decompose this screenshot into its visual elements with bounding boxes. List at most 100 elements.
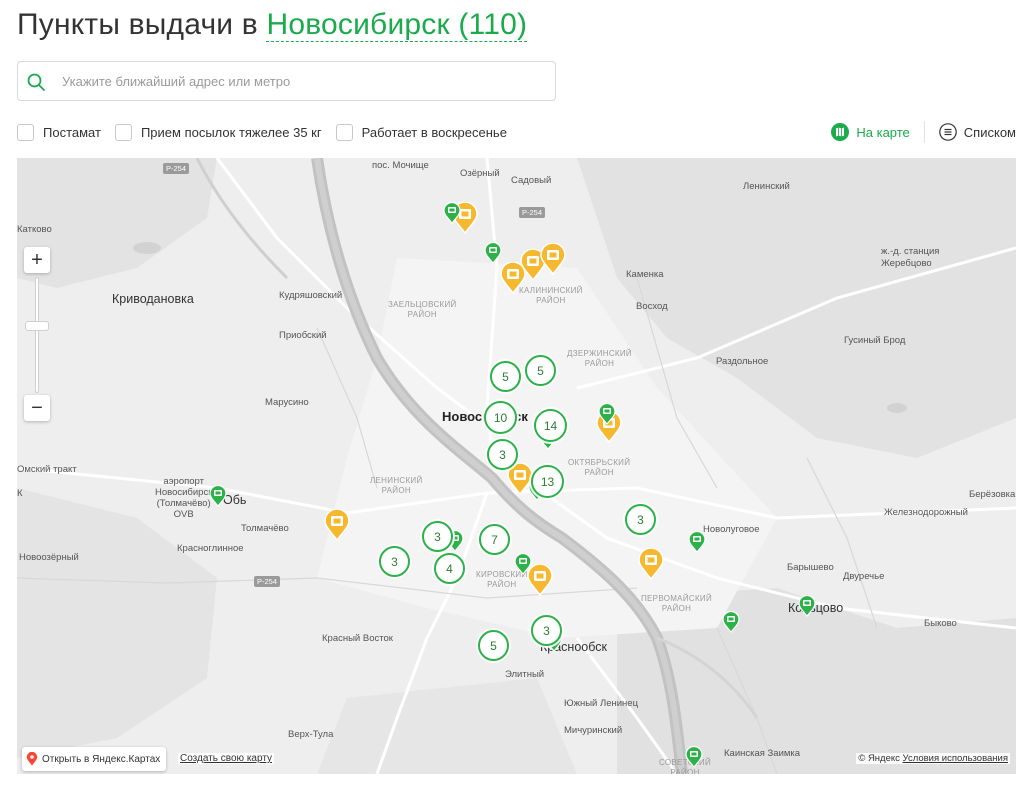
place-label: К [17, 488, 23, 499]
place-label: Мичуринский [564, 725, 623, 736]
postamat-marker[interactable] [209, 485, 227, 507]
sunday-checkbox[interactable] [335, 123, 353, 141]
page-title-prefix: Пункты выдачи в [17, 8, 258, 41]
place-label: Криводановка [112, 292, 194, 306]
filter-label: Работает в воскресенье [361, 124, 507, 140]
zoom-control: + − [24, 247, 50, 423]
address-search[interactable] [17, 61, 556, 101]
filter-label: Прием посылок тяжелее 35 кг [140, 124, 322, 140]
cluster-marker[interactable]: 5 [525, 355, 556, 386]
place-label: Толмачёво [241, 523, 289, 534]
copyright-text: © Яндекс [858, 753, 900, 764]
postamat-marker[interactable] [484, 242, 502, 264]
map-copyright: © Яндекс Условия использования [856, 753, 1010, 764]
place-label: Гусиный Брод [844, 335, 906, 346]
pickup-point-marker[interactable] [540, 243, 566, 275]
view-map-label: На карте [856, 124, 910, 140]
view-toggle: На карте Списком [831, 121, 1016, 143]
place-label: Красный Восток [322, 633, 393, 644]
place-label: Быково [924, 618, 957, 629]
district-label: ПЕРВОМАЙСКИЙ РАЙОН [641, 594, 713, 613]
postamat-marker[interactable] [722, 611, 740, 633]
open-in-yandex-maps-button[interactable]: Открыть в Яндекс.Картах [22, 747, 167, 771]
cluster-marker[interactable]: 7 [479, 524, 510, 555]
place-label: ж.-д. станция Жеребцово [881, 246, 940, 269]
place-label: пос. Мочище [372, 160, 429, 171]
postamat-marker[interactable] [798, 595, 816, 617]
zoom-out-button[interactable]: − [24, 395, 50, 421]
place-label: Ленинский [743, 181, 790, 192]
view-divider [923, 121, 925, 143]
filter-heavy-parcels[interactable]: Прием посылок тяжелее 35 кг [114, 123, 322, 141]
district-label: ОКТЯБРЬСКИЙ РАЙОН [568, 458, 631, 477]
pickup-point-marker[interactable] [638, 548, 664, 580]
place-label: Озёрный [460, 168, 500, 179]
place-label: Берёзовка [969, 489, 1016, 500]
postamat-marker[interactable] [514, 553, 532, 575]
road-number-badge: Р-254 [254, 576, 281, 587]
view-list-button[interactable]: Списком [938, 123, 1016, 141]
road-number-badge: Р-254 [163, 163, 190, 174]
map-icon [831, 123, 850, 141]
place-label: Приобский [279, 330, 327, 341]
place-label: Марусино [265, 397, 309, 408]
filter-sunday[interactable]: Работает в воскресенье [335, 123, 507, 141]
cluster-marker[interactable]: 3 [379, 546, 410, 577]
search-input[interactable] [62, 70, 542, 92]
cluster-marker[interactable]: 3 [625, 504, 656, 535]
district-label: ЛЕНИНСКИЙ РАЙОН [370, 476, 423, 495]
cluster-marker[interactable]: 13 [531, 465, 564, 498]
road-number-badge: Р-254 [519, 207, 546, 218]
place-label: Новолуговое [703, 524, 760, 535]
postamat-marker[interactable] [598, 403, 616, 425]
filter-label: Постамат [43, 124, 101, 140]
place-label: Каинская Заимка [724, 748, 801, 759]
view-list-label: Списком [963, 124, 1016, 140]
cluster-marker[interactable]: 3 [422, 521, 453, 552]
cluster-marker[interactable]: 5 [490, 361, 521, 392]
postamat-marker[interactable] [443, 202, 461, 224]
zoom-in-button[interactable]: + [24, 247, 50, 273]
place-label: Красноглинное [177, 543, 244, 554]
district-label: ЗАЕЛЬЦОВСКИЙ РАЙОН [388, 300, 457, 319]
place-label: Южный Ленинец [564, 698, 639, 709]
cluster-marker[interactable]: 4 [434, 553, 465, 584]
zoom-slider-track[interactable] [35, 277, 39, 393]
place-label: Каменка [626, 269, 664, 280]
postamat-checkbox[interactable] [17, 123, 34, 141]
place-label: Железнодорожный [884, 507, 968, 518]
terms-of-use-link[interactable]: Условия использования [903, 753, 1008, 764]
city-selector[interactable]: Новосибирск (110) [266, 8, 528, 42]
filters-bar: Постамат Прием посылок тяжелее 35 кг Раб… [17, 122, 521, 142]
heavy-parcels-checkbox[interactable] [114, 123, 132, 141]
place-label: Кудряшовский [279, 290, 343, 301]
list-icon [938, 123, 957, 141]
district-label: КАЛИНИНСКИЙ РАЙОН [519, 286, 583, 305]
cluster-marker[interactable]: 3 [531, 615, 562, 646]
pickup-point-marker[interactable] [324, 509, 350, 541]
filter-postamat[interactable]: Постамат [17, 123, 101, 141]
page-title: Пункты выдачи в Новосибирск (110) [17, 8, 528, 42]
place-label: Двуречье [843, 571, 885, 582]
cluster-marker[interactable]: 14 [534, 409, 567, 442]
cluster-marker[interactable]: 3 [487, 439, 518, 470]
place-label: Садовый [511, 175, 552, 186]
open-in-yandex-maps-label: Открыть в Яндекс.Картах [42, 753, 161, 765]
place-label: Новоозёрный [19, 552, 79, 563]
place-label: аэропорт Новосибирск (Толмачёво) OVB [155, 476, 213, 520]
place-label: Раздольное [716, 356, 769, 367]
district-label: ДЗЕРЖИНСКИЙ РАЙОН [567, 349, 632, 368]
place-label: Верх-Тула [288, 729, 334, 740]
map-canvas[interactable]: пос. Мочище Озёрный Садовый Ленинский Ка… [17, 158, 1016, 774]
zoom-slider-handle[interactable] [25, 321, 49, 331]
postamat-marker[interactable] [688, 531, 706, 553]
create-map-link[interactable]: Создать свою карту [178, 753, 275, 764]
view-map-button[interactable]: На карте [831, 123, 910, 141]
cluster-marker[interactable]: 5 [478, 630, 509, 661]
cluster-marker[interactable]: 10 [484, 401, 517, 434]
search-icon [27, 73, 45, 91]
place-label: Восход [636, 301, 668, 312]
postamat-marker[interactable] [685, 746, 703, 768]
place-label: Катково [17, 224, 52, 235]
place-label: Элитный [505, 669, 545, 680]
